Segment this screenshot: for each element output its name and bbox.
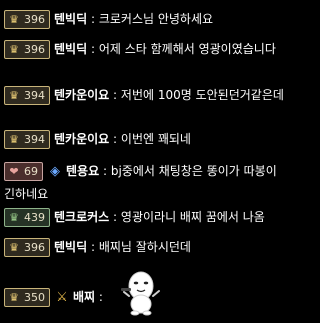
chat-message: ♛ 396 텐빅딕 : 크로커스님 안녕하세요: [4, 8, 287, 30]
message-text: bj중에서 채팅창은 똥이가 따봉이긴하네요: [4, 164, 277, 201]
crown-icon: ♛: [9, 133, 19, 146]
message-text: 어제 스타 함께해서 영광이였습니다: [98, 42, 276, 56]
badge-level: 396: [24, 43, 45, 56]
message-text: 배찌님 잘하시던데: [98, 240, 191, 254]
crown-icon: ♛: [9, 211, 19, 224]
nickname[interactable]: 텐카운이요: [54, 88, 109, 102]
message-text: 이번엔 꽤되네: [120, 132, 191, 146]
chat-message: ♛ 350 ⚔ 배찌 :: [4, 286, 114, 309]
badge-level: 69: [24, 165, 38, 178]
nickname-separator: :: [113, 88, 118, 102]
badge-level: 396: [24, 241, 45, 254]
chat-message: ❤ 69 ◈ 텐용요 : bj중에서 채팅창은 똥이가 따봉이긴하네요: [4, 160, 287, 205]
chat-message: ♛ 394 텐카운이요 : 이번엔 꽤되네: [4, 128, 287, 150]
message-text: 저번에 100명 도안된던거같은데: [120, 88, 284, 102]
nickname[interactable]: 배찌: [73, 290, 95, 304]
crown-icon: ♛: [9, 43, 19, 56]
fan-level-badge[interactable]: ♛ 396: [4, 10, 50, 29]
diamond-icon: ◈: [50, 163, 60, 179]
message-text: 크로커스님 안녕하세요: [98, 12, 214, 26]
nickname[interactable]: 텐용요: [66, 164, 99, 178]
fan-level-badge[interactable]: ♛ 394: [4, 130, 50, 149]
nickname[interactable]: 텐빅딕: [54, 42, 87, 56]
nickname-separator: :: [98, 290, 103, 304]
chat-message: ♛ 396 텐빅딕 : 배찌님 잘하시던데: [4, 236, 287, 258]
crown-icon: ♛: [9, 291, 19, 304]
fan-level-badge[interactable]: ♛ 439: [4, 208, 50, 227]
nickname[interactable]: 텐빅딕: [54, 12, 87, 26]
badge-level: 396: [24, 13, 45, 26]
nickname[interactable]: 텐빅딕: [54, 240, 87, 254]
heart-icon: ❤: [9, 165, 19, 178]
nickname[interactable]: 텐카운이요: [54, 132, 109, 146]
badge-level: 394: [24, 89, 45, 102]
fan-level-badge[interactable]: ❤ 69: [4, 162, 43, 181]
nickname[interactable]: 텐크로커스: [54, 210, 109, 224]
badge-level: 439: [24, 211, 45, 224]
nickname-separator: :: [113, 132, 118, 146]
fan-level-badge[interactable]: ♛ 350: [4, 288, 50, 307]
chat-message: ♛ 439 텐크로커스 : 영광이라니 배찌 꿈에서 나옴: [4, 206, 287, 228]
crown-icon: ♛: [9, 13, 19, 26]
crown-icon: ♛: [9, 241, 19, 254]
nickname-separator: :: [90, 240, 95, 254]
badge-level: 394: [24, 133, 45, 146]
nickname-separator: :: [90, 12, 95, 26]
sword-icon: ⚔: [56, 289, 68, 305]
nickname-separator: :: [102, 164, 107, 178]
playful-character-sticker[interactable]: [119, 266, 163, 316]
fan-level-badge[interactable]: ♛ 396: [4, 40, 50, 59]
crown-icon: ♛: [9, 89, 19, 102]
fan-level-badge[interactable]: ♛ 394: [4, 86, 50, 105]
message-text: 영광이라니 배찌 꿈에서 나옴: [120, 210, 265, 224]
fan-level-badge[interactable]: ♛ 396: [4, 238, 50, 257]
badge-level: 350: [24, 291, 45, 304]
nickname-separator: :: [90, 42, 95, 56]
chat-message: ♛ 396 텐빅딕 : 어제 스타 함께해서 영광이였습니다: [4, 38, 287, 60]
chat-log: ♛ 396 텐빅딕 : 크로커스님 안녕하세요 ♛ 396 텐빅딕 : 어제 스타 …: [0, 0, 291, 323]
chat-message: ♛ 394 텐카운이요 : 저번에 100명 도안된던거같은데: [4, 84, 287, 106]
nickname-separator: :: [113, 210, 118, 224]
